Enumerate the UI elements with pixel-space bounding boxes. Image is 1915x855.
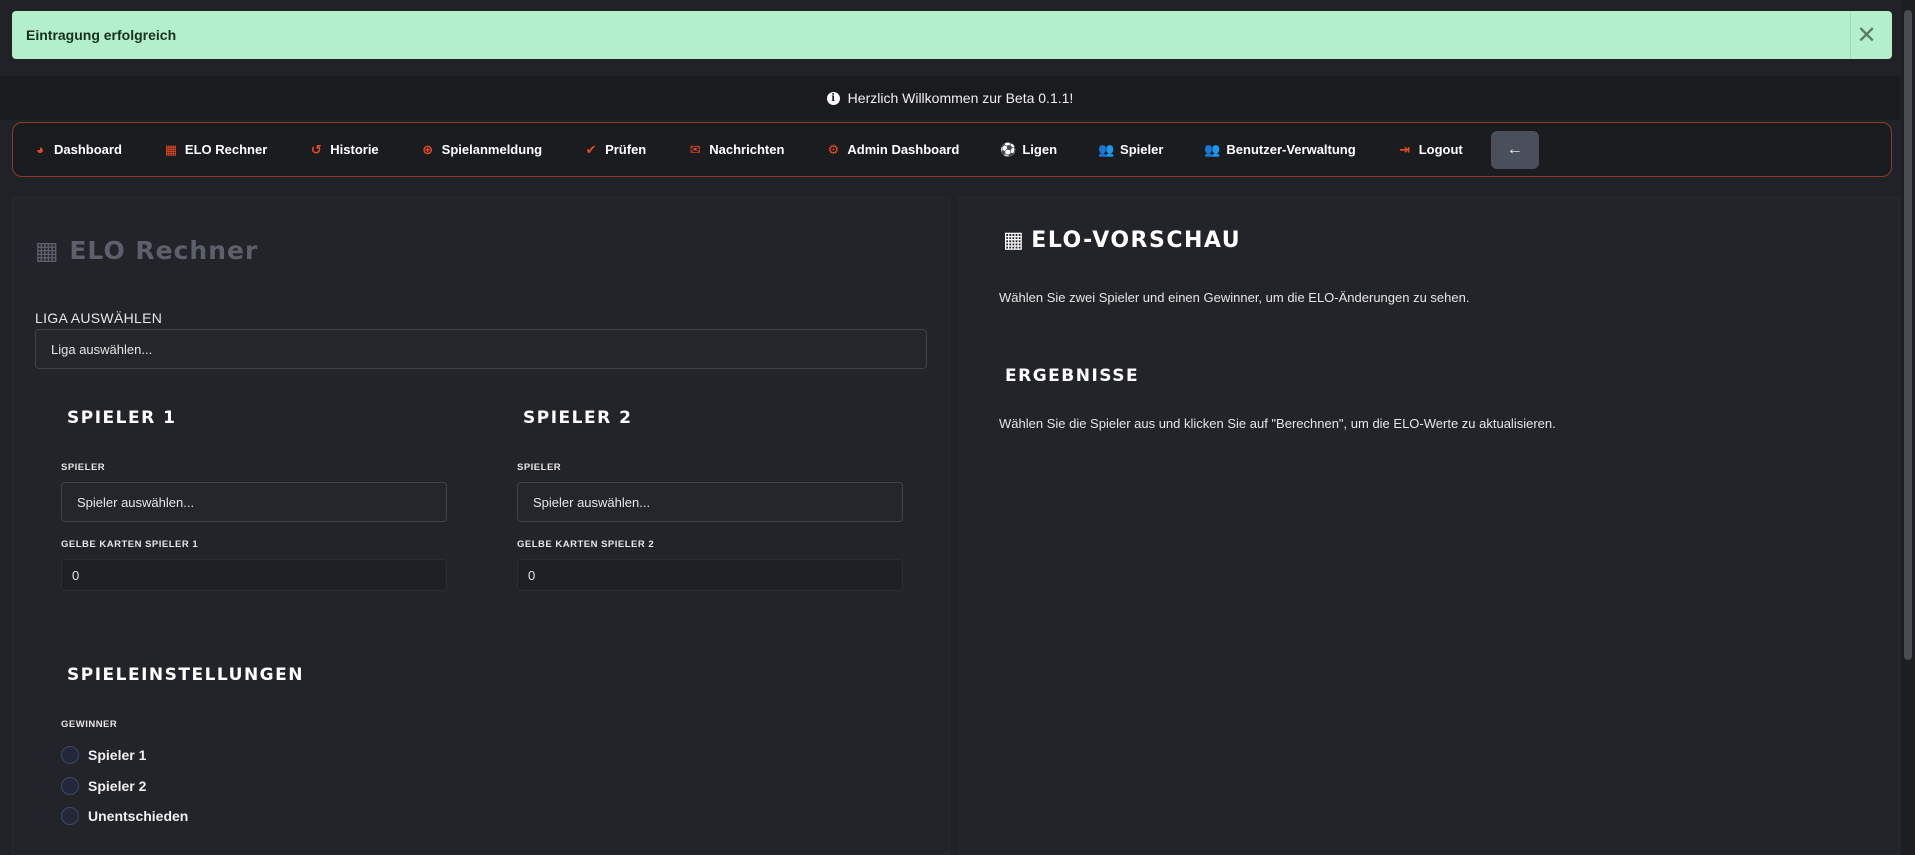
page-scrollbar[interactable] (1901, 0, 1915, 855)
nav-item-historie[interactable]: ↺ Historie (309, 141, 379, 158)
check-icon: ✔ (585, 141, 597, 157)
elo-preview-panel: ▦ ELO-VORSCHAU Wählen Sie zwei Spieler un… (958, 197, 1900, 855)
player1-yellow-value: 0 (72, 567, 80, 583)
info-icon: i (826, 91, 840, 105)
radio-button[interactable] (61, 807, 79, 825)
winner-option-label: Spieler 1 (88, 747, 147, 763)
logout-icon: ⇥ (1399, 141, 1411, 157)
back-button[interactable]: ← (1490, 130, 1539, 169)
nav-item-spielanmeldung[interactable]: ⊕ Spielanmeldung (421, 142, 542, 158)
player2-label: SPIELER (517, 462, 562, 473)
arrow-left-icon: ← (1506, 140, 1523, 158)
player1-select-value: Spieler auswählen... (77, 494, 195, 510)
nav-item-label: Prüfen (605, 142, 647, 157)
main-navigation: ◕ Dashboard ▦ ELO Rechner ↺ Historie ⊕ S… (12, 122, 1892, 177)
winner-label: GEWINNER (61, 719, 118, 730)
nav-item-label: Dashboard (54, 142, 122, 157)
nav-item-admin-dashboard[interactable]: ⚙ Admin Dashboard (826, 141, 960, 158)
settings-heading: SPIELEINSTELLUNGEN (67, 665, 304, 685)
gear-icon: ⚙ (827, 141, 840, 157)
envelope-icon: ✉ (689, 141, 701, 157)
nav-item-ligen[interactable]: ⚽ Ligen (1000, 141, 1058, 158)
close-icon[interactable]: ✕ (1850, 11, 1882, 59)
nav-item-label: Admin Dashboard (847, 142, 960, 157)
liga-select[interactable]: Liga auswählen... (35, 329, 927, 369)
player1-heading: SPIELER 1 (67, 408, 177, 428)
winner-option-spieler2[interactable]: Spieler 2 (61, 777, 146, 795)
users-cog-icon: 👥 (1204, 141, 1221, 157)
nav-item-logout[interactable]: ⇥ Logout (1398, 142, 1463, 158)
results-text: Wählen Sie die Spieler aus und klicken S… (999, 416, 1556, 431)
player2-yellow-label: GELBE KARTEN SPIELER 2 (517, 539, 655, 550)
beta-banner: i Herzlich Willkommen zur Beta 0.1.1! (0, 76, 1900, 120)
toast-message: Eintragung erfolgreich (26, 27, 177, 43)
nav-item-nachrichten[interactable]: ✉ Nachrichten (688, 141, 785, 158)
player2-select-value: Spieler auswählen... (533, 494, 651, 510)
users-icon: 👥 (1097, 141, 1115, 157)
nav-item-spieler[interactable]: 👥 Spieler (1097, 141, 1164, 158)
nav-item-label: Benutzer-Verwaltung (1226, 142, 1356, 157)
nav-item-elo-rechner[interactable]: ▦ ELO Rechner (164, 141, 268, 158)
player1-yellow-label: GELBE KARTEN SPIELER 1 (61, 539, 199, 550)
nav-item-label: Ligen (1022, 142, 1058, 157)
winner-option-spieler1[interactable]: Spieler 1 (61, 746, 146, 764)
elo-calculator-panel: ▦ ELO Rechner LIGA AUSWÄHLEN Liga auswäh… (12, 197, 950, 855)
beta-banner-text: Herzlich Willkommen zur Beta 0.1.1! (847, 90, 1074, 106)
nav-item-label: Historie (330, 142, 379, 157)
results-heading: ERGEBNISSE (1005, 366, 1140, 386)
radio-button[interactable] (61, 746, 79, 764)
preview-description: Wählen Sie zwei Spieler und einen Gewinn… (999, 290, 1470, 305)
preview-title: ▦ ELO-VORSCHAU (1003, 228, 1241, 253)
dashboard-icon: ◕ (36, 142, 44, 157)
nav-item-label: Nachrichten (709, 142, 785, 157)
nav-item-label: Spielanmeldung (441, 142, 543, 157)
nav-item-dashboard[interactable]: ◕ Dashboard (33, 142, 122, 157)
liga-select-value: Liga auswählen... (51, 341, 153, 357)
nav-item-label: ELO Rechner (184, 142, 268, 157)
calculator-title: ▦ ELO Rechner (35, 236, 258, 265)
calculator-icon: ▦ (35, 236, 70, 265)
nav-item-label: Logout (1418, 142, 1463, 157)
player1-select[interactable]: Spieler auswählen... (61, 482, 447, 522)
preview-title-text: ELO-VORSCHAU (1031, 228, 1242, 253)
player2-yellow-input[interactable]: 0 (517, 559, 903, 591)
nav-item-pruefen[interactable]: ✔ Prüfen (584, 141, 647, 158)
winner-option-label: Spieler 2 (88, 778, 147, 794)
winner-option-label: Unentschieden (88, 808, 189, 824)
soccer-ball-icon: ⚽ (1000, 141, 1017, 157)
history-icon: ↺ (310, 141, 322, 157)
nav-item-label: Spieler (1120, 142, 1164, 157)
player1-label: SPIELER (61, 462, 106, 473)
success-toast: Eintragung erfolgreich ✕ (12, 11, 1892, 59)
nav-item-benutzer-verwaltung[interactable]: 👥 Benutzer-Verwaltung (1204, 141, 1356, 158)
winner-option-unentschieden[interactable]: Unentschieden (61, 807, 188, 825)
player2-yellow-value: 0 (528, 567, 536, 583)
scrollbar-thumb[interactable] (1904, 10, 1912, 660)
calculator-icon: ▦ (164, 141, 178, 157)
calculator-title-text: ELO Rechner (69, 236, 259, 265)
player2-select[interactable]: Spieler auswählen... (517, 482, 903, 522)
player2-heading: SPIELER 2 (523, 408, 633, 428)
plus-circle-icon: ⊕ (422, 141, 434, 157)
liga-label: LIGA AUSWÄHLEN (35, 310, 163, 326)
player1-yellow-input[interactable]: 0 (61, 559, 447, 591)
radio-button[interactable] (61, 777, 79, 795)
calculator-icon: ▦ (1003, 228, 1026, 253)
